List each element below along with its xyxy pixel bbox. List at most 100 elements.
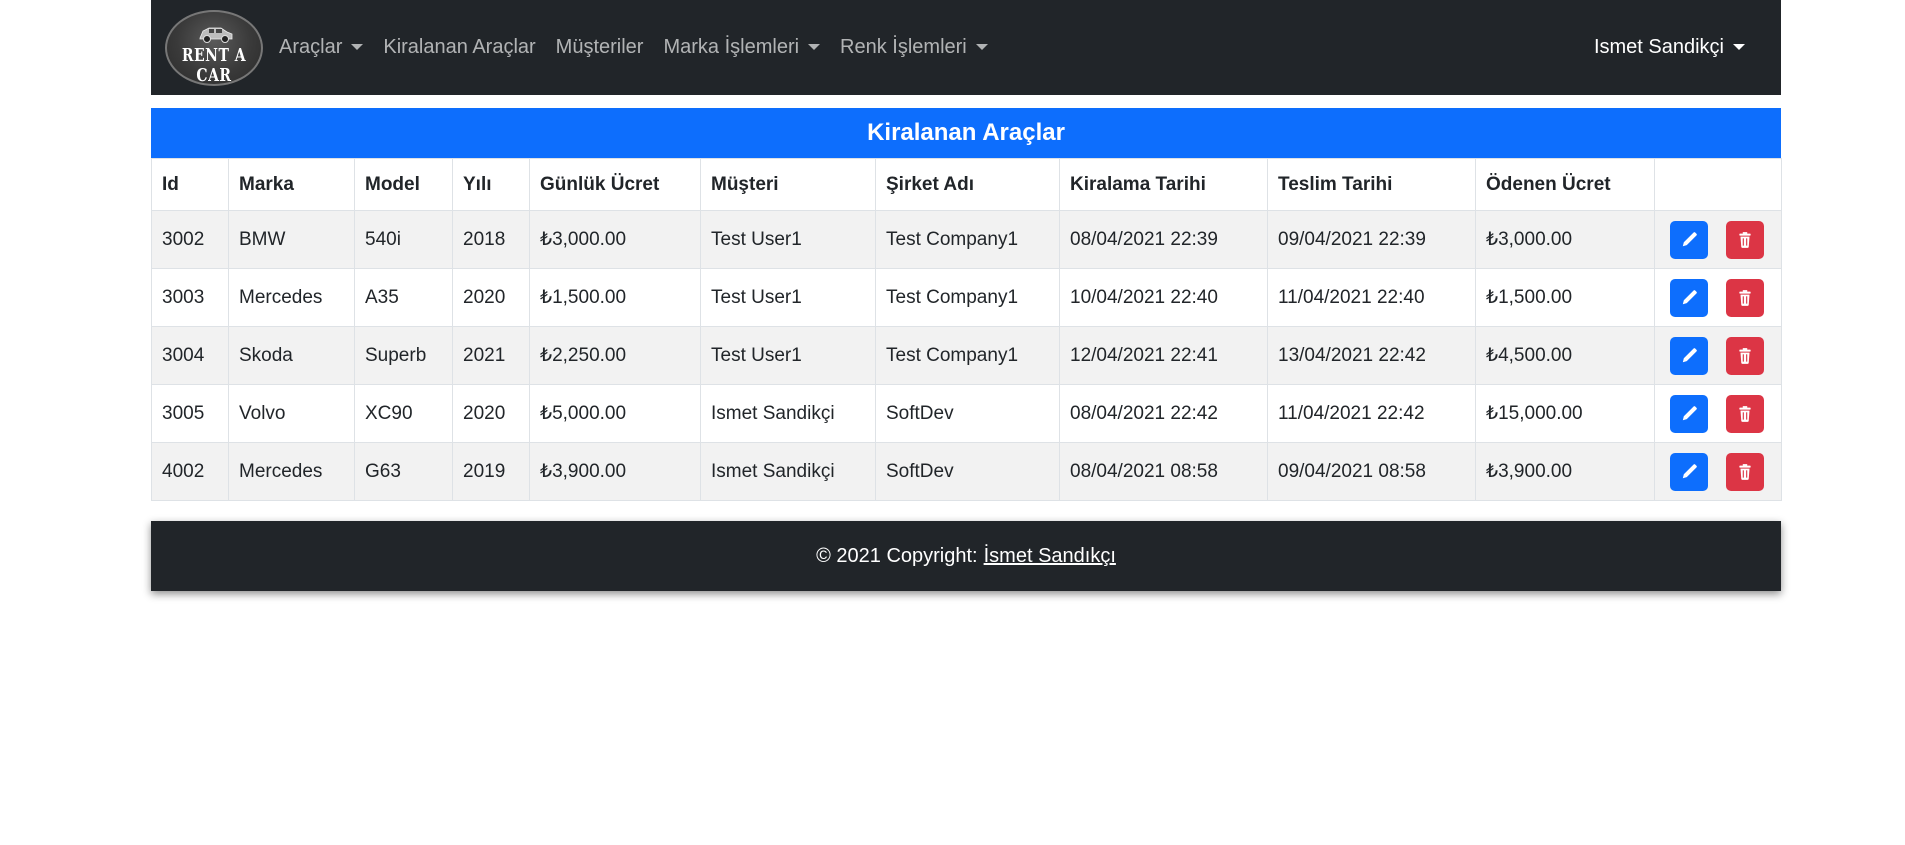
- actions-header: [1654, 158, 1782, 211]
- column-header: Marka: [228, 158, 355, 211]
- table-cell: Ismet Sandikçi: [700, 384, 876, 443]
- row-actions: [1654, 384, 1782, 443]
- edit-button[interactable]: [1670, 278, 1708, 317]
- rentals-table: Id Marka Model Yılı Günlük Ücret Müşteri…: [151, 158, 1782, 501]
- row-actions: [1654, 210, 1782, 269]
- nav-item-araclar[interactable]: Araçlar: [269, 36, 373, 59]
- nav-item-label: Marka İşlemleri: [663, 36, 800, 58]
- nav-item-label: Araçlar: [279, 36, 343, 58]
- table-cell: SoftDev: [875, 384, 1060, 443]
- trash-icon: [1736, 347, 1754, 365]
- page-container: RENT A CAR Araçlar Kiralanan Araçlar Müş…: [151, 0, 1782, 591]
- nav-item-label: Renk İşlemleri: [840, 36, 967, 58]
- edit-button[interactable]: [1670, 452, 1708, 491]
- table-cell: Mercedes: [228, 442, 355, 501]
- table-cell: ₺3,900.00: [529, 442, 701, 501]
- pencil-icon: [1680, 289, 1698, 307]
- table-cell: 09/04/2021 08:58: [1267, 442, 1476, 501]
- table-cell: 3002: [151, 210, 229, 269]
- table-cell: 4002: [151, 442, 229, 501]
- column-header: Günlük Ücret: [529, 158, 701, 211]
- delete-button[interactable]: [1726, 394, 1764, 433]
- table-cell: 540i: [354, 210, 453, 269]
- edit-button[interactable]: [1670, 336, 1708, 375]
- table-cell: Test Company1: [875, 326, 1060, 385]
- column-header: Ödenen Ücret: [1475, 158, 1655, 211]
- table-cell: SoftDev: [875, 442, 1060, 501]
- pencil-icon: [1680, 405, 1698, 423]
- table-cell: G63: [354, 442, 453, 501]
- table-row: 3004 Skoda Superb 2021 ₺2,250.00 Test User1 Te…: [151, 326, 1782, 385]
- copyright-text: © 2021 Copyright:: [816, 544, 978, 567]
- table-header-row: Id Marka Model Yılı Günlük Ücret Müşteri…: [151, 158, 1782, 211]
- delete-button[interactable]: [1726, 452, 1764, 491]
- table-row: 3005 Volvo XC90 2020 ₺5,000.00 Ismet Sandikçi…: [151, 384, 1782, 443]
- column-header: Id: [151, 158, 229, 211]
- chevron-down-icon: [808, 43, 821, 50]
- table-cell: 3005: [151, 384, 229, 443]
- nav-right: Ismet Sandikçi: [1584, 36, 1755, 59]
- table-cell: ₺5,000.00: [529, 384, 701, 443]
- table-cell: Ismet Sandikçi: [700, 442, 876, 501]
- car-logo-icon: [199, 27, 233, 43]
- table-cell: BMW: [228, 210, 355, 269]
- pencil-icon: [1680, 463, 1698, 481]
- nav-item-label: Kiralanan Araçlar: [383, 36, 536, 58]
- nav-item-kiralanan-araclar[interactable]: Kiralanan Araçlar: [373, 36, 545, 59]
- table-cell: ₺3,000.00: [529, 210, 701, 269]
- table-cell: 2020: [452, 384, 530, 443]
- edit-button[interactable]: [1670, 220, 1708, 259]
- table-cell: Volvo: [228, 384, 355, 443]
- user-menu[interactable]: Ismet Sandikçi: [1584, 36, 1755, 59]
- trash-icon: [1736, 405, 1754, 423]
- delete-button[interactable]: [1726, 278, 1764, 317]
- table-cell: ₺1,500.00: [1475, 268, 1655, 327]
- chevron-down-icon: [975, 43, 988, 50]
- table-cell: 2021: [452, 326, 530, 385]
- table-row: 3003 Mercedes A35 2020 ₺1,500.00 Test User1 Te…: [151, 268, 1782, 327]
- table-cell: 12/04/2021 22:41: [1059, 326, 1268, 385]
- row-actions: [1654, 442, 1782, 501]
- table-cell: A35: [354, 268, 453, 327]
- nav-item-renk-islemleri[interactable]: Renk İşlemleri: [830, 36, 998, 59]
- table-cell: 2020: [452, 268, 530, 327]
- delete-button[interactable]: [1726, 220, 1764, 259]
- table-cell: ₺1,500.00: [529, 268, 701, 327]
- nav-item-marka-islemleri[interactable]: Marka İşlemleri: [653, 36, 830, 59]
- nav-item-musteriler[interactable]: Müşteriler: [546, 36, 654, 59]
- table-cell: 09/04/2021 22:39: [1267, 210, 1476, 269]
- table-cell: 11/04/2021 22:40: [1267, 268, 1476, 327]
- nav-links: Araçlar Kiralanan Araçlar Müşteriler Mar…: [269, 36, 998, 59]
- column-header: Kiralama Tarihi: [1059, 158, 1268, 211]
- table-cell: 3003: [151, 268, 229, 327]
- table-cell: 3004: [151, 326, 229, 385]
- table-cell: Test User1: [700, 268, 876, 327]
- table-cell: Test User1: [700, 210, 876, 269]
- table-row: 3002 BMW 540i 2018 ₺3,000.00 Test User1 Test C…: [151, 210, 1782, 269]
- table-row: 4002 Mercedes G63 2019 ₺3,900.00 Ismet Sandik…: [151, 442, 1782, 501]
- table-cell: 11/04/2021 22:42: [1267, 384, 1476, 443]
- author-link[interactable]: İsmet Sandıkçı: [984, 545, 1116, 568]
- row-actions: [1654, 326, 1782, 385]
- table-cell: XC90: [354, 384, 453, 443]
- table-cell: ₺4,500.00: [1475, 326, 1655, 385]
- row-actions: [1654, 268, 1782, 327]
- brand-logo[interactable]: RENT A CAR: [165, 9, 263, 86]
- edit-button[interactable]: [1670, 394, 1708, 433]
- table-cell: Test Company1: [875, 210, 1060, 269]
- chevron-down-icon: [351, 43, 364, 50]
- column-header: Şirket Adı: [875, 158, 1060, 211]
- column-header: Yılı: [452, 158, 530, 211]
- table-cell: ₺15,000.00: [1475, 384, 1655, 443]
- table-body: 3002 BMW 540i 2018 ₺3,000.00 Test User1 Test C…: [151, 210, 1782, 501]
- pencil-icon: [1680, 347, 1698, 365]
- table-cell: 2018: [452, 210, 530, 269]
- delete-button[interactable]: [1726, 336, 1764, 375]
- user-name: Ismet Sandikçi: [1593, 36, 1724, 58]
- chevron-down-icon: [1733, 43, 1745, 50]
- table-cell: 08/04/2021 22:39: [1059, 210, 1268, 269]
- table-cell: Skoda: [228, 326, 355, 385]
- nav-item-label: Müşteriler: [555, 36, 644, 58]
- page-title: Kiralanan Araçlar: [151, 108, 1781, 158]
- table-cell: Test Company1: [875, 268, 1060, 327]
